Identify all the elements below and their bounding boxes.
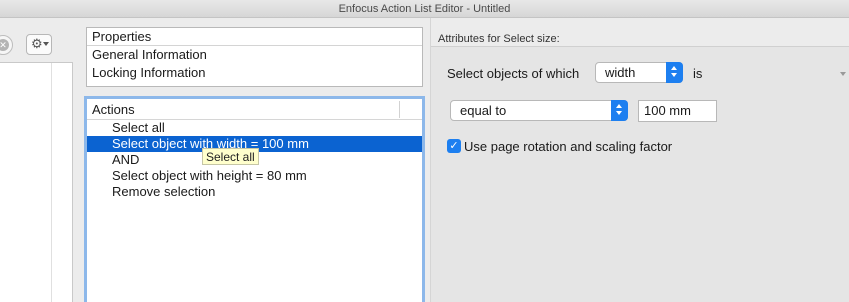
tooltip: Select all: [202, 148, 259, 165]
page-rotation-label: Use page rotation and scaling factor: [464, 139, 673, 154]
select-objects-label: Select objects of which: [447, 66, 580, 81]
checkmark-icon: ✓: [449, 140, 459, 152]
left-panel: ✕ ⚙: [0, 18, 73, 302]
comparison-select-value: equal to: [460, 103, 507, 118]
size-value-text: 100 mm: [644, 103, 691, 118]
chevron-down-icon[interactable]: [840, 72, 846, 76]
attributes-title: Attributes for Select size:: [438, 33, 560, 45]
window-title: Enfocus Action List Editor - Untitled: [0, 0, 849, 18]
is-label: is: [693, 66, 703, 81]
actions-header: Actions: [87, 99, 422, 120]
properties-item-general[interactable]: General Information: [87, 46, 422, 64]
dimension-select-value: width: [605, 65, 636, 80]
actions-panel: Actions Select all Select object with wi…: [84, 96, 425, 302]
actions-header-label: Actions: [92, 102, 135, 117]
page-rotation-checkbox[interactable]: ✓: [447, 139, 461, 153]
properties-header: Properties: [87, 28, 422, 46]
clear-search-button[interactable]: ✕: [0, 35, 13, 55]
size-value-field[interactable]: 100 mm: [638, 100, 717, 122]
action-item[interactable]: Remove selection: [87, 184, 422, 200]
comparison-select[interactable]: equal to: [450, 100, 628, 121]
popup-arrows-icon: [666, 62, 683, 83]
close-circle-icon: ✕: [0, 39, 9, 51]
action-item[interactable]: Select all: [87, 120, 422, 136]
gear-icon: ⚙: [31, 36, 43, 51]
chevron-down-icon: [43, 42, 49, 46]
header-column-separator: [399, 101, 400, 118]
properties-item-locking[interactable]: Locking Information: [87, 64, 422, 82]
attributes-panel: [431, 46, 849, 302]
action-item[interactable]: Select object with height = 80 mm: [87, 168, 422, 184]
properties-panel: Properties General Information Locking I…: [86, 27, 423, 87]
column-divider: [51, 63, 52, 302]
popup-arrows-icon: [611, 100, 628, 121]
action-menu-button[interactable]: ⚙: [26, 34, 52, 55]
dimension-select[interactable]: width: [595, 62, 683, 83]
action-list-browser[interactable]: [0, 62, 73, 302]
